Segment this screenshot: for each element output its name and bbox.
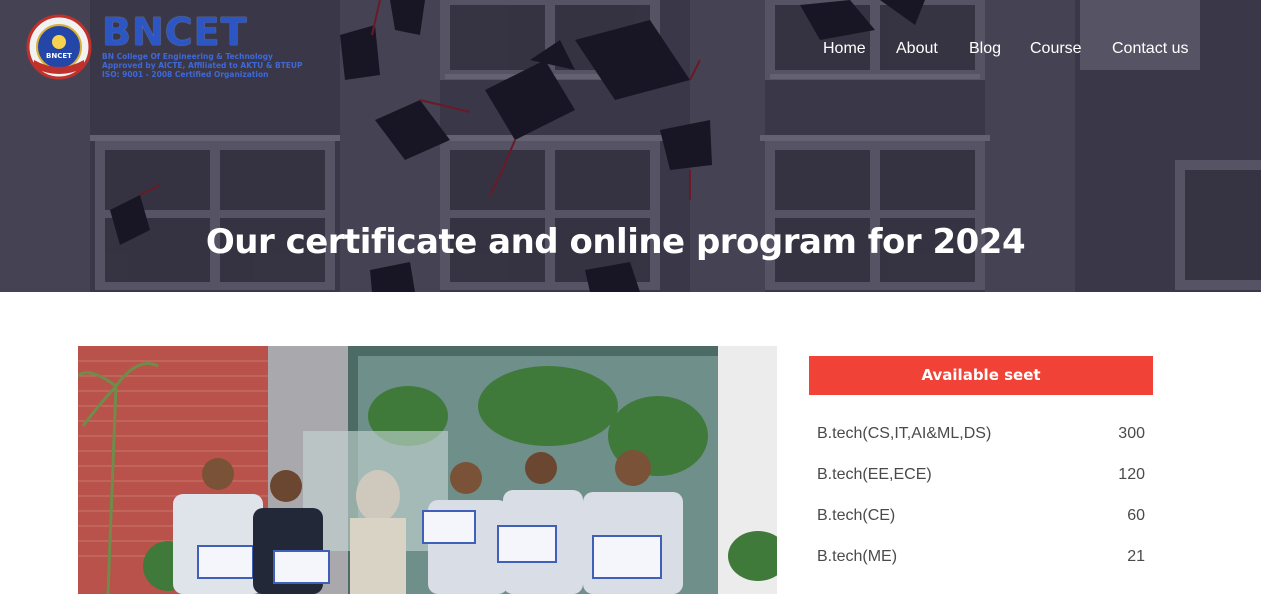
- seat-row: B.tech(ME) 21: [817, 548, 1145, 572]
- seat-course-name: B.tech(CS,IT,AI&ML,DS): [817, 425, 992, 442]
- seat-course-name: B.tech(ME): [817, 548, 898, 565]
- nav-contact-link[interactable]: Contact us: [1112, 40, 1188, 58]
- main-nav: Home About Blog Course Contact us: [0, 40, 1261, 62]
- seat-count: 60: [1127, 507, 1145, 524]
- students-certificate-photo: [78, 346, 777, 594]
- seat-row: B.tech(EE,ECE) 120: [817, 466, 1145, 490]
- seat-row: B.tech(CE) 60: [817, 507, 1145, 531]
- hero-banner: BNCET BNCET BN College Of Engineering & …: [0, 0, 1261, 292]
- logo-tagline-3: ISO: 9001 - 2008 Certified Organization: [102, 70, 269, 79]
- seat-course-name: B.tech(EE,ECE): [817, 466, 932, 483]
- seat-count: 21: [1127, 548, 1145, 565]
- nav-home-link[interactable]: Home: [823, 40, 866, 58]
- logo-tagline-2: Approved by AICTE, Affiliated to AKTU & …: [102, 61, 303, 70]
- seat-count: 120: [1118, 466, 1145, 483]
- available-seats-header: Available seet: [809, 356, 1153, 395]
- seat-row: B.tech(CS,IT,AI&ML,DS) 300: [817, 425, 1145, 449]
- nav-course-link[interactable]: Course: [1030, 40, 1082, 58]
- seat-course-name: B.tech(CE): [817, 507, 896, 524]
- nav-blog-link[interactable]: Blog: [969, 40, 1001, 58]
- page-title: Our certificate and online program for 2…: [205, 222, 1026, 262]
- students-photo-illustration: [78, 346, 777, 594]
- nav-about-link[interactable]: About: [896, 40, 938, 58]
- seat-count: 300: [1118, 425, 1145, 442]
